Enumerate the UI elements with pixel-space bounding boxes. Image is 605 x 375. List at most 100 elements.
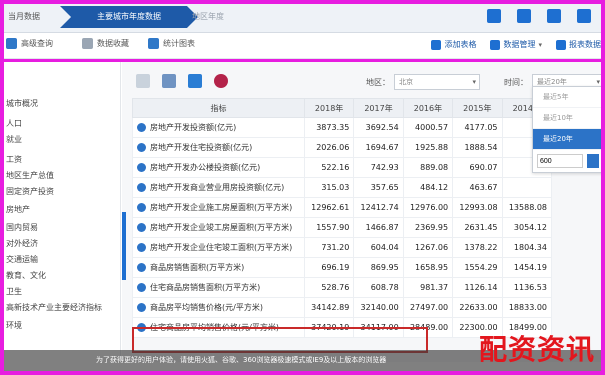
tab-monthly[interactable]: 当月数据 — [4, 6, 54, 28]
chevron-down-icon: ▾ — [538, 40, 542, 49]
sidebar-item-overview[interactable]: 城市概况 — [6, 98, 38, 109]
confirm-icon[interactable] — [587, 154, 599, 168]
table-row[interactable]: 房地产开发投资额(亿元) 3873.35 3692.54 4000.57 4177.05 — [132, 117, 553, 138]
data-favorite-button[interactable]: 数据收藏 — [82, 38, 129, 49]
header-2018[interactable]: 2018年 — [303, 98, 355, 118]
value-cell: 357.65 — [353, 177, 404, 198]
row-indicator-label: 房地产开发企业住宅竣工面积(万平方米) — [150, 243, 293, 252]
pie-chart-icon[interactable] — [214, 74, 228, 88]
view-switcher — [136, 74, 228, 88]
row-indicator-label: 房地产开发投资额(亿元) — [150, 123, 237, 132]
sidebar-item-fixed-invest[interactable]: 固定资产投资 — [6, 186, 54, 197]
sidebar-item-education[interactable]: 教育、文化 — [6, 270, 46, 281]
report-button[interactable]: 报表数据 — [552, 37, 605, 52]
value-cell: 3692.54 — [353, 117, 404, 138]
value-cell: 34142.89 — [303, 297, 355, 318]
info-icon[interactable] — [137, 283, 146, 292]
info-icon[interactable] — [137, 183, 146, 192]
header-2016[interactable]: 2016年 — [402, 98, 454, 118]
sidebar-item-transport[interactable]: 交通运输 — [6, 254, 38, 265]
value-cell: 1658.95 — [402, 257, 454, 278]
value-cell: 463.67 — [452, 177, 503, 198]
value-cell: 13588.08 — [501, 197, 553, 218]
row-indicator-cell[interactable]: 住宅商品房销售面积(万平方米) — [132, 277, 305, 298]
table-row[interactable]: 商品房平均销售价格(元/平方米) 34142.89 32140.00 27497.00… — [132, 297, 553, 318]
value-cell: 1378.22 — [452, 237, 503, 258]
time-label: 时间： — [504, 77, 528, 87]
dropdown-option-20y[interactable]: 最近20年 — [533, 129, 603, 150]
info-icon[interactable] — [137, 303, 146, 312]
table-row[interactable]: 房地产开发企业住宅竣工面积(万平方米) 731.20 604.04 1267.06 13… — [132, 237, 553, 258]
sidebar-item-health[interactable]: 卫生 — [6, 286, 22, 297]
sidebar-item-realestate[interactable]: 房地产 — [6, 204, 30, 215]
value-cell: 27497.00 — [402, 297, 454, 318]
download-icon[interactable] — [517, 9, 531, 23]
data-manage-button[interactable]: 数据管理 ▾ — [486, 37, 546, 52]
row-indicator-cell[interactable]: 商品房销售面积(万平方米) — [132, 257, 305, 278]
row-indicator-cell[interactable]: 住宅商品房平均销售价格(元/平方米) — [132, 317, 305, 338]
report-icon — [556, 39, 566, 50]
settings-icon[interactable] — [577, 9, 591, 23]
chart-icon — [148, 38, 159, 49]
value-cell: 4177.05 — [452, 117, 503, 138]
sidebar-item-wages[interactable]: 工资 — [6, 154, 22, 165]
row-indicator-cell[interactable]: 房地产开发企业施工房屋面积(万平方米) — [132, 197, 305, 218]
value-cell: 12976.00 — [402, 197, 454, 218]
line-chart-icon[interactable] — [188, 74, 202, 88]
info-icon[interactable] — [137, 323, 146, 332]
table-row[interactable]: 房地产开发企业施工房屋面积(万平方米) 12962.61 12412.74 12976… — [132, 197, 553, 218]
header-2015[interactable]: 2015年 — [452, 98, 503, 118]
add-table-button[interactable]: 添加表格 — [427, 37, 480, 52]
row-indicator-cell[interactable]: 房地产开发企业竣工房屋面积(万平方米) — [132, 217, 305, 238]
value-cell: 2631.45 — [452, 217, 503, 238]
sidebar-item-foreign[interactable]: 对外经济 — [6, 238, 38, 249]
sidebar-item-trade[interactable]: 国内贸易 — [6, 222, 38, 233]
table-row[interactable]: 住宅商品房销售面积(万平方米) 528.76 608.78 981.37 1126.14… — [132, 277, 553, 298]
info-icon[interactable] — [137, 203, 146, 212]
value-cell: 2026.06 — [303, 137, 355, 158]
info-icon[interactable] — [137, 263, 146, 272]
row-indicator-cell[interactable]: 商品房平均销售价格(元/平方米) — [132, 297, 305, 318]
share-icon[interactable] — [487, 9, 501, 23]
table-row[interactable]: 房地产开发商业营业用房投资额(亿元) 315.03 357.65 484.12 463.… — [132, 177, 553, 198]
query-icon — [6, 38, 17, 49]
table-row[interactable]: 商品房销售面积(万平方米) 696.19 869.95 1658.95 1554.29 1… — [132, 257, 553, 278]
dropdown-option-5y[interactable]: 最近5年 — [533, 87, 603, 108]
sidebar-item-environment[interactable]: 环境 — [6, 320, 22, 331]
info-icon[interactable] — [137, 243, 146, 252]
info-icon[interactable] — [137, 143, 146, 152]
tab-region-annual[interactable]: 地区年度 — [178, 6, 238, 28]
print-icon[interactable] — [547, 9, 561, 23]
info-icon[interactable] — [137, 163, 146, 172]
header-indicator[interactable]: 指标 — [132, 98, 305, 118]
advanced-query-button[interactable]: 高级查询 — [6, 38, 53, 49]
scroll-indicator[interactable] — [122, 212, 126, 280]
header-2017[interactable]: 2017年 — [353, 98, 404, 118]
value-cell: 742.93 — [353, 157, 404, 178]
sidebar-item-employment[interactable]: 就业 — [6, 134, 22, 145]
row-indicator-cell[interactable]: 房地产开发企业住宅竣工面积(万平方米) — [132, 237, 305, 258]
sidebar-item-population[interactable]: 人口 — [6, 118, 22, 129]
row-indicator-cell[interactable]: 房地产开发投资额(亿元) — [132, 117, 305, 138]
value-cell: 1136.53 — [501, 277, 553, 298]
stat-chart-button[interactable]: 统计图表 — [148, 38, 195, 49]
info-icon[interactable] — [137, 223, 146, 232]
region-select[interactable]: 北京 — [394, 74, 480, 90]
table-row[interactable]: 房地产开发企业竣工房屋面积(万平方米) 1557.90 1466.87 2369.95… — [132, 217, 553, 238]
row-indicator-label: 商品房平均销售价格(元/平方米) — [150, 303, 263, 312]
bar-chart-icon[interactable] — [162, 74, 176, 88]
info-icon[interactable] — [137, 123, 146, 132]
sidebar-item-hightech[interactable]: 高新技术产业主要经济指标 — [6, 302, 102, 313]
custom-years-input[interactable] — [537, 154, 583, 168]
row-indicator-label: 房地产开发商业营业用房投资额(亿元) — [150, 183, 285, 192]
table-view-icon[interactable] — [136, 74, 150, 88]
table-row[interactable]: 房地产开发办公楼投资额(亿元) 522.16 742.93 889.08 690.07 — [132, 157, 553, 178]
value-cell: 3873.35 — [303, 117, 355, 138]
row-indicator-cell[interactable]: 房地产开发住宅投资额(亿元) — [132, 137, 305, 158]
row-indicator-cell[interactable]: 房地产开发办公楼投资额(亿元) — [132, 157, 305, 178]
row-indicator-cell[interactable]: 房地产开发商业营业用房投资额(亿元) — [132, 177, 305, 198]
table-row[interactable]: 房地产开发住宅投资额(亿元) 2026.06 1694.67 1925.88 1888.… — [132, 137, 553, 158]
value-cell: 690.07 — [452, 157, 503, 178]
dropdown-option-10y[interactable]: 最近10年 — [533, 108, 603, 129]
sidebar-item-gdp[interactable]: 地区生产总值 — [6, 170, 54, 181]
